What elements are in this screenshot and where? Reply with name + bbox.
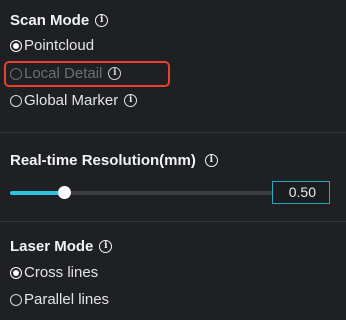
resolution-title-text: Real-time Resolution(mm) [10,152,196,169]
info-icon[interactable]: i [108,67,122,80]
option-label: Pointcloud [24,37,95,54]
section-divider [0,132,346,133]
resolution-slider-fill [10,191,64,195]
resolution-title: Real-time Resolution(mm) i [10,152,218,169]
info-icon[interactable]: i [124,94,138,107]
radio-unselected-icon[interactable] [10,293,22,306]
resolution-value-input[interactable]: 0.50 [272,181,330,204]
radio-unselected-icon[interactable] [10,94,22,107]
info-icon[interactable]: i [99,240,113,253]
scan-mode-title: Scan Mode i [10,12,109,29]
scan-mode-option-global-marker[interactable]: Global Marker i [10,92,138,109]
option-label: Global Marker [24,92,119,109]
radio-selected-icon[interactable] [10,266,22,279]
option-label: Cross lines [24,264,99,281]
section-divider [0,221,346,222]
resolution-slider-thumb[interactable] [57,186,71,199]
laser-mode-title: Laser Mode i [10,238,113,255]
scan-mode-option-pointcloud[interactable]: Pointcloud [10,37,94,54]
info-icon[interactable]: i [95,14,109,27]
scan-mode-title-text: Scan Mode [10,12,90,29]
option-label: Parallel lines [24,291,110,308]
scan-mode-option-local-detail: Local Detail i [10,65,122,82]
radio-unselected-icon [10,67,22,80]
laser-mode-title-text: Laser Mode [10,238,94,255]
info-icon[interactable]: i [204,154,218,167]
laser-mode-option-cross-lines[interactable]: Cross lines [10,264,98,281]
radio-selected-icon[interactable] [10,39,22,52]
option-label: Local Detail [24,65,103,82]
laser-mode-option-parallel-lines[interactable]: Parallel lines [10,291,109,308]
